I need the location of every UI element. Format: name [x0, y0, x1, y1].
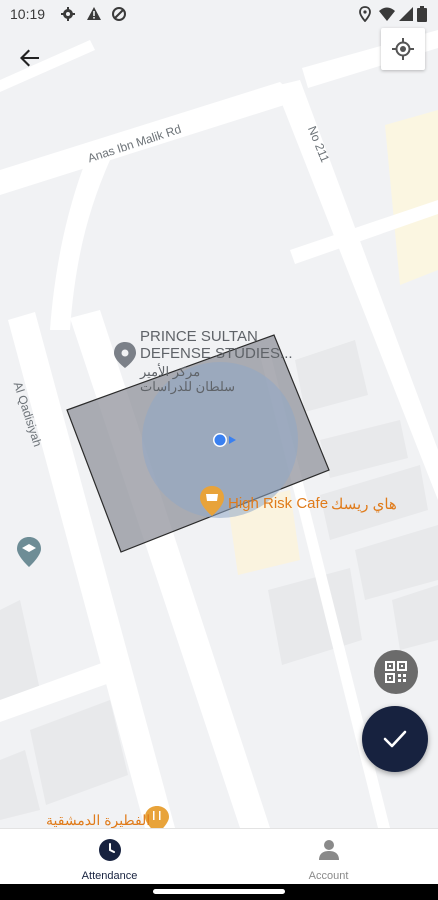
qr-scan-button[interactable] — [374, 650, 418, 694]
back-button[interactable] — [12, 40, 48, 76]
signal-icon — [399, 7, 413, 21]
poi-label-prince-sultan: PRINCE SULTAN DEFENSE STUDIES... — [140, 328, 293, 362]
data-saver-icon — [112, 7, 126, 21]
my-location-button[interactable] — [381, 28, 425, 70]
poi-label-cafe: High Risk Cafe — [228, 495, 329, 512]
warning-icon — [87, 7, 101, 20]
bottom-navigation: Attendance Account — [0, 828, 438, 885]
home-gesture-handle[interactable] — [153, 889, 285, 894]
battery-icon — [417, 6, 427, 22]
confirm-attendance-button[interactable] — [362, 706, 428, 772]
tab-attendance-label: Attendance — [81, 870, 138, 882]
settings-icon — [61, 7, 75, 21]
person-icon — [318, 840, 339, 860]
tab-account-label: Account — [308, 870, 349, 882]
poi-label-prince-sultan-arabic: مركز الأمير سلطان للدراسات — [140, 364, 236, 394]
qr-code-icon — [385, 661, 407, 683]
location-icon — [359, 6, 371, 22]
clock-icon — [98, 839, 121, 861]
arrow-back-icon — [20, 49, 39, 67]
tab-account[interactable]: Account — [219, 829, 438, 885]
status-time: 10:19 — [10, 6, 46, 22]
map-view[interactable]: Anas Ibn Malik Rd No 211 Al Qadisiyah PR… — [0, 0, 438, 828]
user-location-dot — [214, 434, 226, 446]
poi-label-cafe-arabic: هاي ريسك — [331, 496, 397, 513]
system-gesture-bar — [0, 884, 438, 900]
map-canvas — [0, 0, 438, 828]
wifi-icon — [379, 7, 395, 21]
check-icon — [383, 730, 407, 748]
my-location-icon — [392, 38, 414, 60]
tab-attendance[interactable]: Attendance — [0, 829, 219, 885]
poi-label-restaurant: الفطيرة الدمشقية — [46, 812, 151, 828]
status-bar: 10:19 — [0, 0, 438, 28]
